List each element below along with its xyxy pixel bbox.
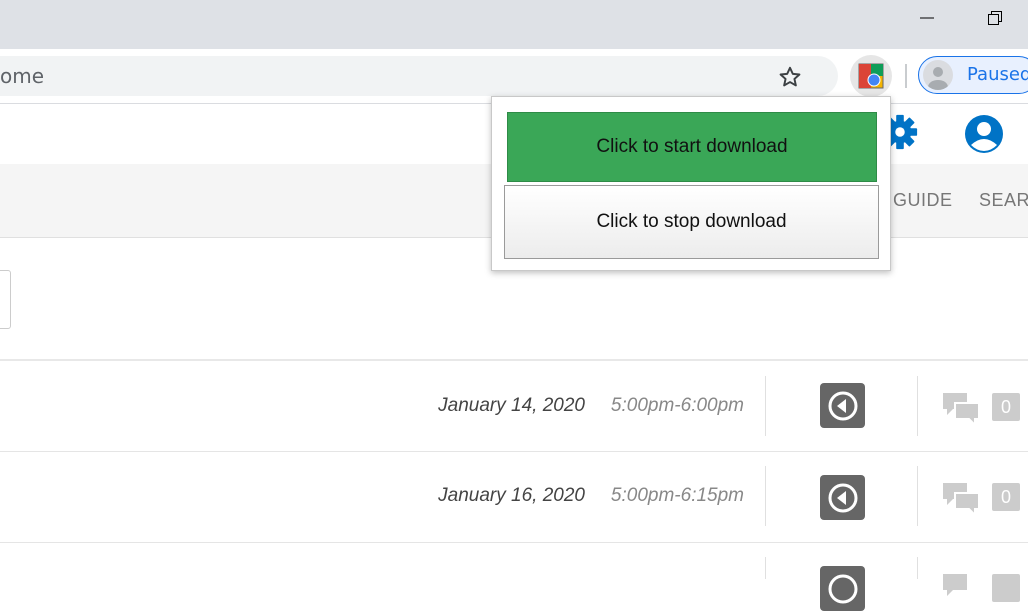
replay-button[interactable]: [820, 566, 865, 611]
column-divider: [917, 376, 918, 436]
table-row: January 16, 2020 5:00pm-6:15pm 0: [0, 452, 1028, 543]
comment-count-badge: 0: [992, 393, 1020, 421]
comment-icon[interactable]: [941, 481, 981, 515]
play-circle-icon: [828, 391, 857, 420]
minimize-icon: [920, 17, 934, 19]
event-date: January 16, 2020: [438, 485, 585, 506]
minimize-button[interactable]: [904, 0, 950, 36]
extension-icon: [858, 63, 884, 89]
comment-count-badge: 0: [992, 483, 1020, 511]
table-row: [0, 543, 1028, 611]
star-icon[interactable]: [777, 64, 803, 90]
restore-button[interactable]: [972, 0, 1018, 36]
event-date: January 14, 2020: [438, 395, 585, 416]
column-divider: [917, 557, 918, 579]
comment-icon[interactable]: [941, 572, 981, 606]
replay-button[interactable]: [820, 383, 865, 428]
column-divider: [765, 466, 766, 526]
column-divider: [765, 376, 766, 436]
start-download-button[interactable]: Click to start download: [507, 112, 877, 182]
avatar-icon: [928, 67, 948, 90]
table-row: January 14, 2020 5:00pm-6:00pm 0: [0, 361, 1028, 452]
profile-button[interactable]: Paused: [918, 56, 1028, 94]
extension-button[interactable]: [850, 55, 892, 97]
address-bar-text[interactable]: ome: [0, 56, 44, 96]
profile-status-label: Paused: [967, 64, 1028, 85]
browser-titlebar: [0, 0, 1028, 49]
extension-popup: Click to start download Click to stop do…: [491, 96, 891, 271]
stop-download-button[interactable]: Click to stop download: [504, 185, 879, 259]
event-time: 5:00pm-6:00pm: [610, 395, 744, 416]
column-divider: [765, 557, 766, 579]
comment-count-badge: [992, 574, 1020, 602]
toolbar-separator: [905, 64, 907, 88]
play-circle-icon: [828, 574, 857, 603]
address-bar[interactable]: ome: [0, 56, 838, 96]
column-divider: [917, 466, 918, 526]
event-time: 5:00pm-6:15pm: [610, 485, 744, 506]
play-circle-icon: [828, 483, 857, 512]
user-icon[interactable]: [964, 114, 1004, 154]
nav-item-search[interactable]: SEAR: [979, 164, 1028, 237]
nav-item-guide[interactable]: GUIDE: [893, 164, 953, 237]
avatar: [923, 60, 953, 90]
search-input[interactable]: [0, 270, 11, 329]
replay-button[interactable]: [820, 475, 865, 520]
comment-icon[interactable]: [941, 391, 981, 425]
restore-icon: [988, 11, 1002, 25]
